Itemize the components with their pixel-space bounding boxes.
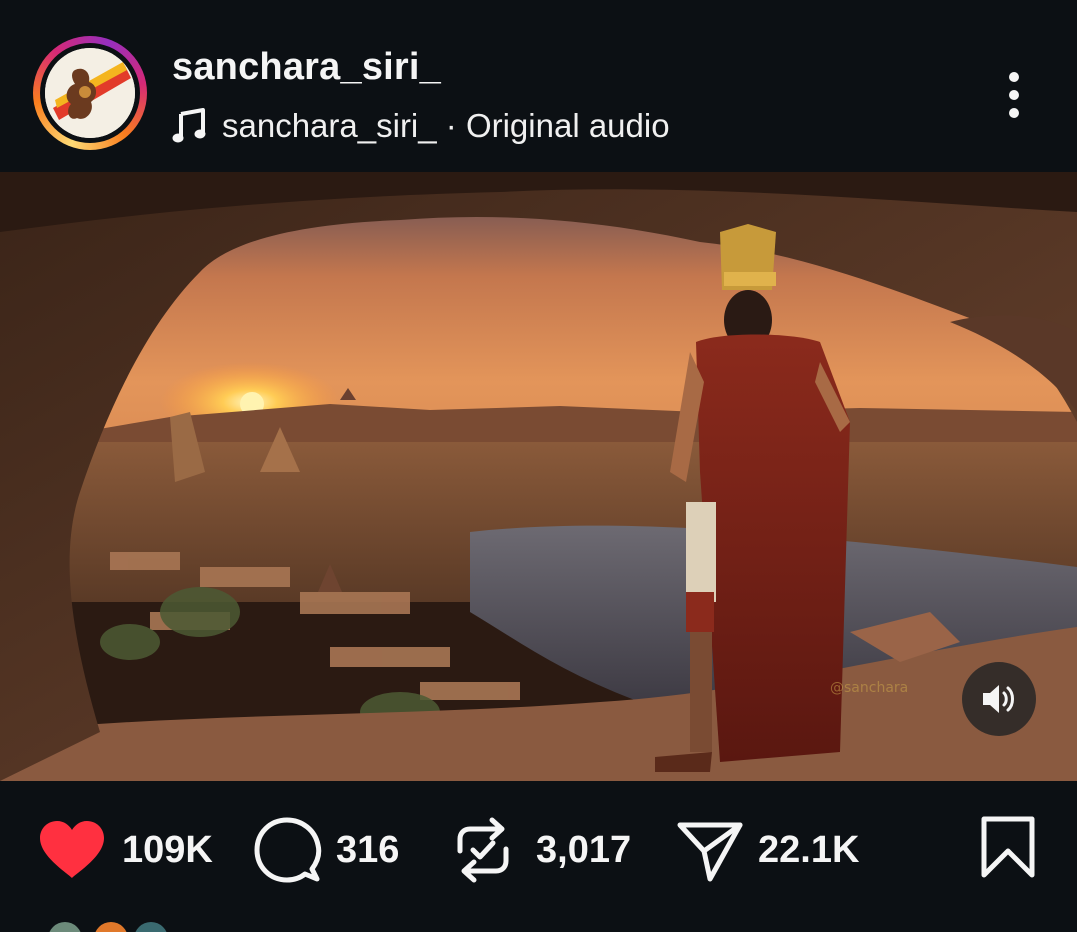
send-icon [677, 822, 743, 882]
action-bar: 109K 316 3,017 22.1K [0, 781, 1077, 932]
more-vertical-icon [1009, 72, 1019, 82]
save-button[interactable] [980, 815, 1036, 879]
share-button[interactable]: 22.1K [676, 815, 859, 885]
avatar [94, 922, 128, 932]
comment-button[interactable]: 316 [252, 815, 399, 885]
more-options-button[interactable] [996, 68, 1032, 122]
speaker-volume-icon [983, 685, 1014, 713]
comment-count[interactable]: 316 [336, 829, 399, 872]
heart-icon [40, 821, 104, 878]
comment-bubble-icon [254, 817, 322, 883]
like-button[interactable]: 109K [36, 815, 213, 885]
more-vertical-icon-dot [1009, 90, 1019, 100]
mute-button[interactable] [962, 662, 1036, 736]
username[interactable]: sanchara_siri_ [172, 46, 441, 89]
more-vertical-icon-dot [1009, 108, 1019, 118]
avatar [48, 922, 82, 932]
liked-by-avatars[interactable] [48, 922, 188, 932]
post-media[interactable]: @sanchara [0, 172, 1077, 781]
post-header: sanchara_siri_ sanchara_siri_ · Original… [0, 0, 1077, 172]
music-note-icon [172, 108, 206, 143]
image-watermark: @sanchara [830, 680, 908, 696]
post-image: @sanchara [0, 172, 1077, 781]
avatar-frame [40, 43, 140, 143]
audio-attribution[interactable]: sanchara_siri_ · Original audio [172, 104, 670, 148]
bookmark-icon [981, 816, 1035, 878]
repost-button[interactable]: 3,017 [452, 815, 631, 885]
like-count[interactable]: 109K [122, 829, 213, 872]
share-count[interactable]: 22.1K [758, 829, 859, 872]
repost-count[interactable]: 3,017 [536, 829, 631, 872]
audio-label: sanchara_siri_ · Original audio [222, 107, 670, 144]
repost-icon [457, 817, 509, 883]
avatar-logo-image [45, 48, 135, 138]
avatar [134, 922, 168, 932]
story-ring[interactable] [33, 36, 147, 150]
avatar[interactable] [45, 48, 135, 138]
